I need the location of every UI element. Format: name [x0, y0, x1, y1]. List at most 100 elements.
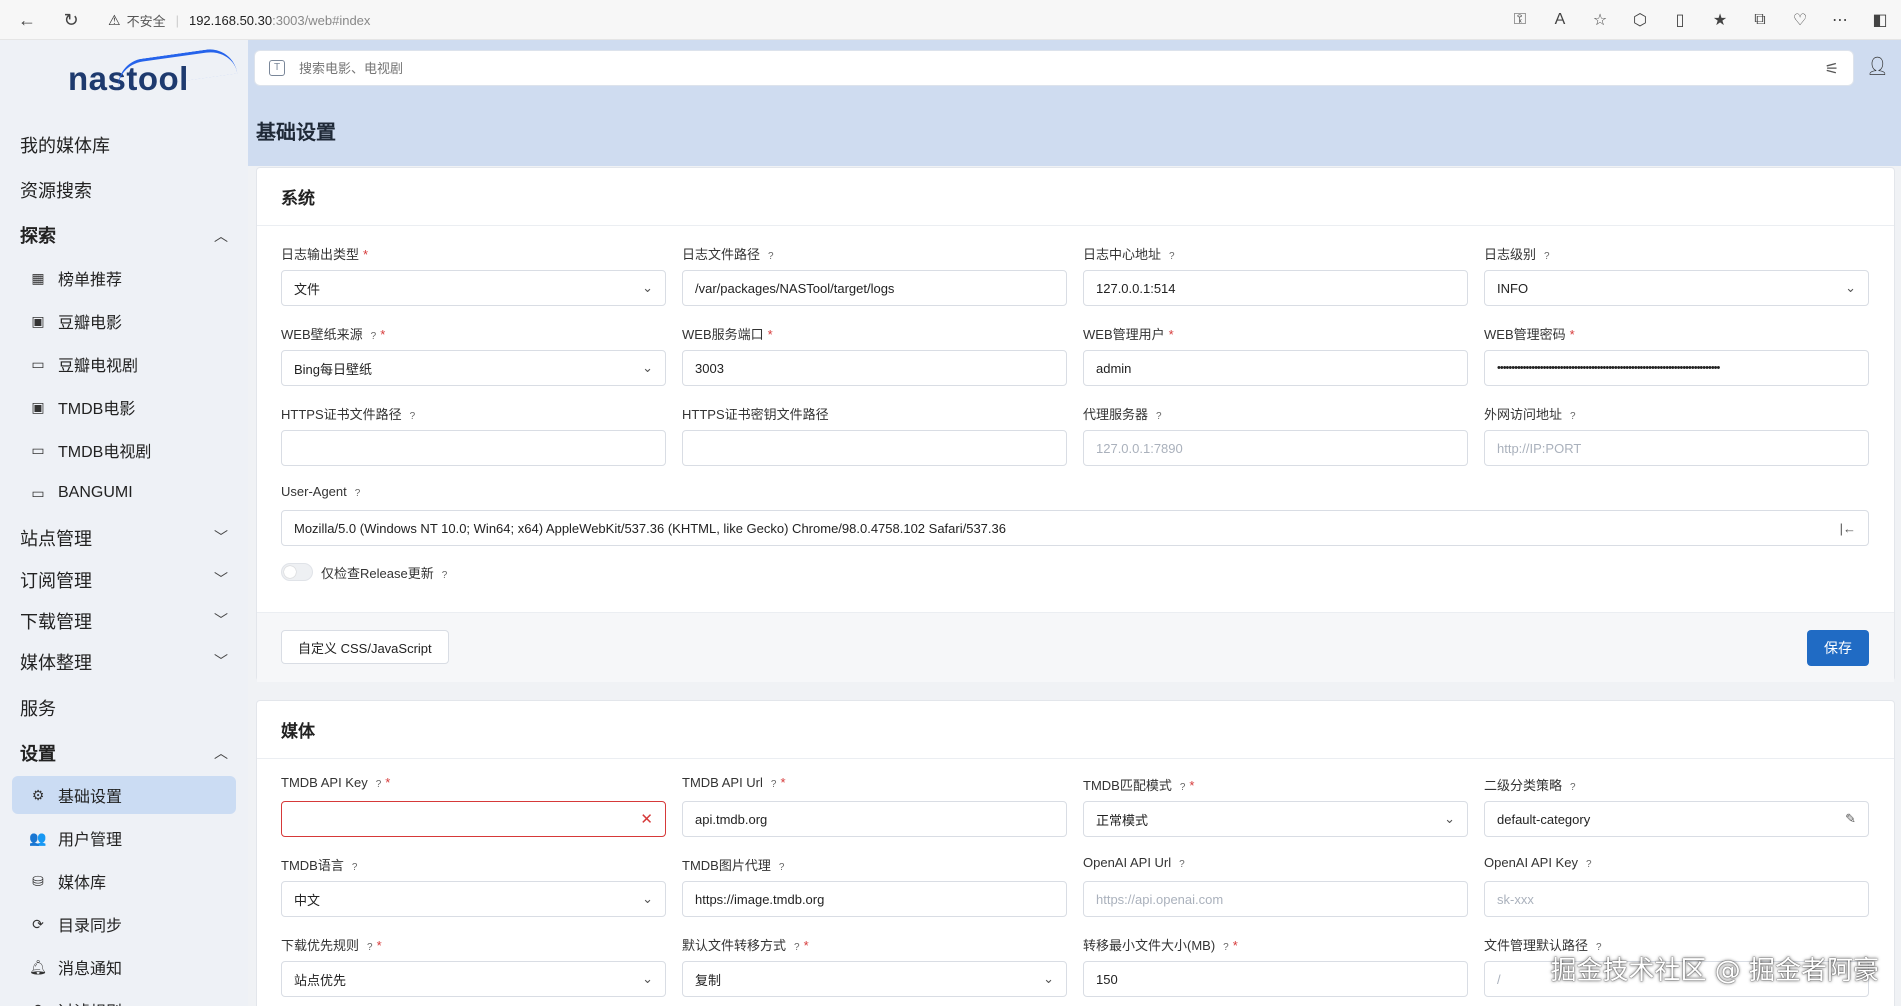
chevron-up-icon[interactable]: ︿: [214, 743, 228, 763]
search-type-icon[interactable]: T: [269, 60, 285, 76]
tmdb-img-label: TMDB图片代理?: [682, 858, 785, 873]
chevron-up-icon[interactable]: ︿: [214, 226, 228, 246]
sidebar-item-filter-rules[interactable]: ⚲ 过滤规则: [28, 991, 236, 1006]
sidebar-item-basic-settings[interactable]: ⚙ 基础设置: [12, 776, 236, 814]
chevron-down-icon: ⌄: [1444, 811, 1455, 826]
edit-icon[interactable]: ✎: [1845, 811, 1856, 827]
search-input[interactable]: [299, 60, 1699, 76]
sidebar-toggle-icon[interactable]: ◧: [1867, 7, 1893, 33]
tmdb-key-input[interactable]: ✕: [281, 801, 666, 837]
sidebar-item-notifications[interactable]: 🔔︎ 消息通知: [28, 948, 236, 986]
tmdb-match-select[interactable]: 正常模式 ⌄: [1083, 801, 1468, 837]
log-type-select[interactable]: 文件 ⌄: [281, 270, 666, 306]
url-path: :3003/web#index: [272, 12, 371, 28]
browser-actions: ⚿ A ☆ ⬡ ▯ ★ ⧉ ♡ ⋯ ◧: [1507, 7, 1893, 33]
sync-icon: ⟳: [32, 915, 44, 932]
sidebar-item-tmdb-movie[interactable]: ▣ TMDB电影: [28, 388, 236, 426]
chevron-down-icon: ⌄: [1043, 971, 1054, 986]
favorite-star-icon[interactable]: ☆: [1587, 7, 1613, 33]
nastool-logo[interactable]: nastool: [68, 45, 238, 98]
system-card-title: 系统: [257, 168, 1894, 226]
nav-subscribe-manage[interactable]: 订阅管理: [20, 567, 92, 593]
nav-download-manage[interactable]: 下载管理: [20, 608, 92, 634]
split-screen-icon[interactable]: ▯: [1667, 7, 1693, 33]
help-icon: ?: [351, 862, 358, 873]
min-size-input[interactable]: 150: [1083, 961, 1468, 997]
nav-media-organize[interactable]: 媒体整理: [20, 649, 92, 675]
external-url-input[interactable]: http://IP:PORT: [1484, 430, 1869, 466]
help-icon: ?: [1156, 411, 1162, 422]
nav-site-manage[interactable]: 站点管理: [20, 525, 92, 551]
save-button[interactable]: 保存: [1807, 630, 1869, 666]
back-arrow-icon[interactable]: ←: [14, 7, 40, 33]
proxy-input[interactable]: 127.0.0.1:7890: [1083, 430, 1468, 466]
filter-settings-icon[interactable]: ⚟: [1825, 59, 1839, 79]
log-center-input[interactable]: 127.0.0.1:514: [1083, 270, 1468, 306]
film-icon: ▣: [31, 312, 45, 329]
custom-css-js-button[interactable]: 自定义 CSS/JavaScript: [281, 630, 449, 664]
nav-my-library[interactable]: 我的媒体库: [20, 132, 110, 158]
more-icon[interactable]: ⋯: [1827, 7, 1853, 33]
sidebar-item-douban-tv[interactable]: ▭ 豆瓣电视剧: [28, 345, 236, 383]
sidebar-item-bangumi[interactable]: ▭ BANGUMI: [28, 474, 236, 512]
openai-url-input[interactable]: https://api.openai.com: [1083, 881, 1468, 917]
read-aloud-icon[interactable]: A: [1547, 7, 1573, 33]
https-cert-input[interactable]: [281, 430, 666, 466]
release-check-label: 仅检查Release更新?: [321, 566, 448, 581]
chevron-down-icon[interactable]: ﹀: [214, 610, 228, 630]
release-check-toggle[interactable]: [281, 563, 313, 581]
reload-icon[interactable]: ↻: [58, 7, 84, 33]
browser-essentials-icon[interactable]: ♡: [1787, 7, 1813, 33]
web-port-input[interactable]: 3003: [682, 350, 1067, 386]
sidebar-item-charts[interactable]: ▦ 榜单推荐: [28, 259, 236, 297]
help-icon: ?: [770, 779, 777, 790]
chevron-down-icon: ⌄: [642, 891, 653, 906]
sidebar-item-label: 消息通知: [58, 961, 123, 978]
sidebar-item-label: 豆瓣电影: [58, 315, 123, 332]
collections-icon[interactable]: ⧉: [1747, 7, 1773, 33]
wallpaper-select[interactable]: Bing每日壁纸 ⌄: [281, 350, 666, 386]
reset-arrow-icon[interactable]: |←: [1840, 521, 1856, 536]
ua-input[interactable]: Mozilla/5.0 (Windows NT 10.0; Win64; x64…: [281, 510, 1869, 546]
address-bar[interactable]: ⚠ 不安全 | 192.168.50.30:3003/web#index: [108, 8, 370, 32]
search-bar[interactable]: T ⚟: [254, 50, 1854, 86]
nav-service[interactable]: 服务: [20, 695, 56, 721]
log-level-select[interactable]: INFO ⌄: [1484, 270, 1869, 306]
help-icon: ?: [1570, 411, 1576, 422]
category-input[interactable]: default-category ✎: [1484, 801, 1869, 837]
sidebar-item-dir-sync[interactable]: ⟳ 目录同步: [28, 905, 236, 943]
bell-icon: 🔔︎: [29, 958, 47, 975]
sidebar-item-media-library[interactable]: ⛁ 媒体库: [28, 862, 236, 900]
chevron-down-icon[interactable]: ﹀: [214, 569, 228, 589]
log-path-input[interactable]: /var/packages/NASTool/target/logs: [682, 270, 1067, 306]
key-icon[interactable]: ⚿: [1507, 7, 1533, 33]
web-user-label: WEB管理用户 *: [1083, 327, 1174, 342]
sidebar-item-douban-movie[interactable]: ▣ 豆瓣电影: [28, 302, 236, 340]
nav-settings-label: 设置: [20, 744, 56, 764]
user-icon[interactable]: 👤︎: [1866, 56, 1889, 77]
favorites-icon[interactable]: ★: [1707, 7, 1733, 33]
chevron-down-icon[interactable]: ﹀: [214, 527, 228, 547]
https-key-input[interactable]: [682, 430, 1067, 466]
help-icon: ?: [409, 411, 416, 422]
transfer-select[interactable]: 复制 ⌄: [682, 961, 1067, 997]
sidebar-item-label: 目录同步: [58, 918, 123, 935]
tmdb-url-input[interactable]: api.tmdb.org: [682, 801, 1067, 837]
tmdb-img-input[interactable]: https://image.tmdb.org: [682, 881, 1067, 917]
sidebar-item-user-manage[interactable]: 👥 用户管理: [28, 819, 236, 857]
sidebar-item-tmdb-tv[interactable]: ▭ TMDB电视剧: [28, 431, 236, 469]
extensions-icon[interactable]: ⬡: [1627, 7, 1653, 33]
nav-settings[interactable]: 设置: [20, 740, 56, 766]
dl-priority-select[interactable]: 站点优先 ⌄: [281, 961, 666, 997]
server-icon: ⛁: [32, 872, 44, 889]
nav-explore[interactable]: 探索: [20, 222, 56, 248]
web-user-input[interactable]: admin: [1083, 350, 1468, 386]
chevron-down-icon[interactable]: ﹀: [214, 651, 228, 671]
sidebar-item-label: 用户管理: [58, 832, 123, 849]
web-pass-input[interactable]: ••••••••••••••••••••••••••••••••••••••••…: [1484, 350, 1869, 386]
ua-label: User-Agent?: [281, 484, 361, 499]
nav-resource-search[interactable]: 资源搜索: [20, 177, 92, 203]
openai-key-input[interactable]: sk-xxx: [1484, 881, 1869, 917]
error-x-icon: ✕: [640, 811, 653, 828]
tmdb-lang-select[interactable]: 中文 ⌄: [281, 881, 666, 917]
